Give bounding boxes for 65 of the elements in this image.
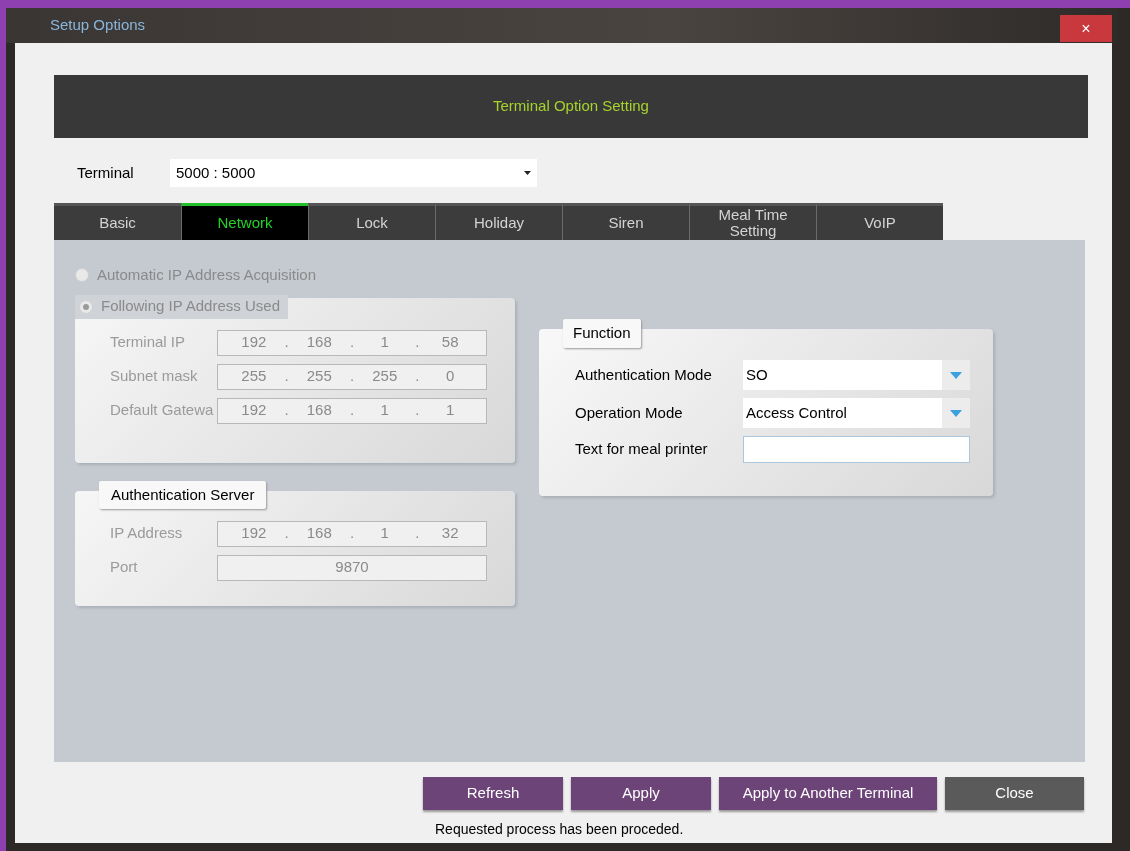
tab[interactable]: Basic: [54, 203, 181, 240]
octet-value: 192: [240, 523, 268, 544]
window-title: Setup Options: [50, 15, 146, 36]
octet-value: 1: [379, 400, 390, 421]
octet-value: 168: [305, 523, 333, 544]
radio-button[interactable]: [75, 268, 89, 283]
mode-dropdown[interactable]: SO: [743, 360, 970, 390]
terminal-dropdown[interactable]: 5000 : 5000: [170, 159, 537, 187]
octet-value: 255: [371, 366, 399, 387]
octet-value: 192: [240, 332, 268, 353]
caret-icon: [950, 409, 962, 417]
octet-value: 168: [305, 332, 333, 353]
action-button[interactable]: Apply to Another Terminal: [719, 777, 937, 810]
octet-separator: .: [415, 366, 420, 387]
octet-separator: .: [284, 332, 289, 353]
action-button[interactable]: Refresh: [423, 777, 563, 810]
octet-separator: .: [284, 366, 289, 387]
group-title: Function: [563, 319, 641, 348]
octet-separator: .: [349, 400, 355, 421]
radio-button[interactable]: [79, 299, 93, 314]
tab[interactable]: Lock: [308, 203, 435, 240]
tab[interactable]: Siren: [562, 203, 689, 240]
field-label: Text for meal printer: [575, 439, 709, 460]
octet-separator: .: [284, 523, 289, 544]
octet-separator: .: [349, 366, 355, 387]
status-message: Requested process has been proceded.: [435, 820, 685, 839]
tab[interactable]: Meal Time Setting: [689, 203, 816, 240]
tab[interactable]: Holiday: [435, 203, 562, 240]
input-field[interactable]: [743, 436, 970, 463]
octet-separator: .: [415, 523, 420, 544]
field-label: Terminal IP: [110, 332, 187, 353]
action-button[interactable]: Close: [945, 777, 1084, 810]
radio-label: Following IP Address Used: [101, 296, 280, 317]
field-label: IP Address: [110, 523, 184, 544]
octet-separator: .: [284, 400, 289, 421]
radio-label: Automatic IP Address Acquisition: [97, 265, 316, 285]
octet-separator: .: [349, 523, 355, 544]
field-label: Operation Mode: [575, 402, 684, 423]
octet-value: 1: [379, 332, 390, 353]
close-button[interactable]: ×: [1060, 15, 1112, 42]
tab[interactable]: VoIP: [816, 203, 943, 240]
octet-separator: .: [415, 400, 420, 421]
group-title: Authentication Server: [99, 480, 267, 509]
tab[interactable]: Network: [181, 203, 308, 240]
field-label: Port: [110, 557, 139, 578]
octet-value: 1: [379, 523, 390, 544]
octet-value: 32: [440, 523, 460, 544]
terminal-label: Terminal: [77, 162, 135, 183]
action-button[interactable]: Apply: [571, 777, 711, 810]
octet-value: 1: [445, 400, 456, 421]
octet-value: 255: [305, 366, 333, 387]
field-label: Default Gatewa: [110, 400, 215, 421]
octet-value: 192: [240, 400, 268, 421]
caret-icon: [524, 171, 531, 175]
octet-separator: .: [349, 332, 355, 353]
field-label: Authentication Mode: [575, 364, 713, 385]
mode-dropdown[interactable]: Access Control: [743, 398, 970, 428]
octet-value: 255: [240, 366, 268, 387]
octet-separator: .: [415, 332, 420, 353]
caret-icon: [950, 371, 962, 379]
header-title: Terminal Option Setting: [493, 96, 649, 117]
octet-value: 168: [305, 400, 333, 421]
octet-value: 0: [445, 366, 456, 387]
octet-value: 58: [440, 332, 460, 353]
field-label: Subnet mask: [110, 366, 199, 387]
